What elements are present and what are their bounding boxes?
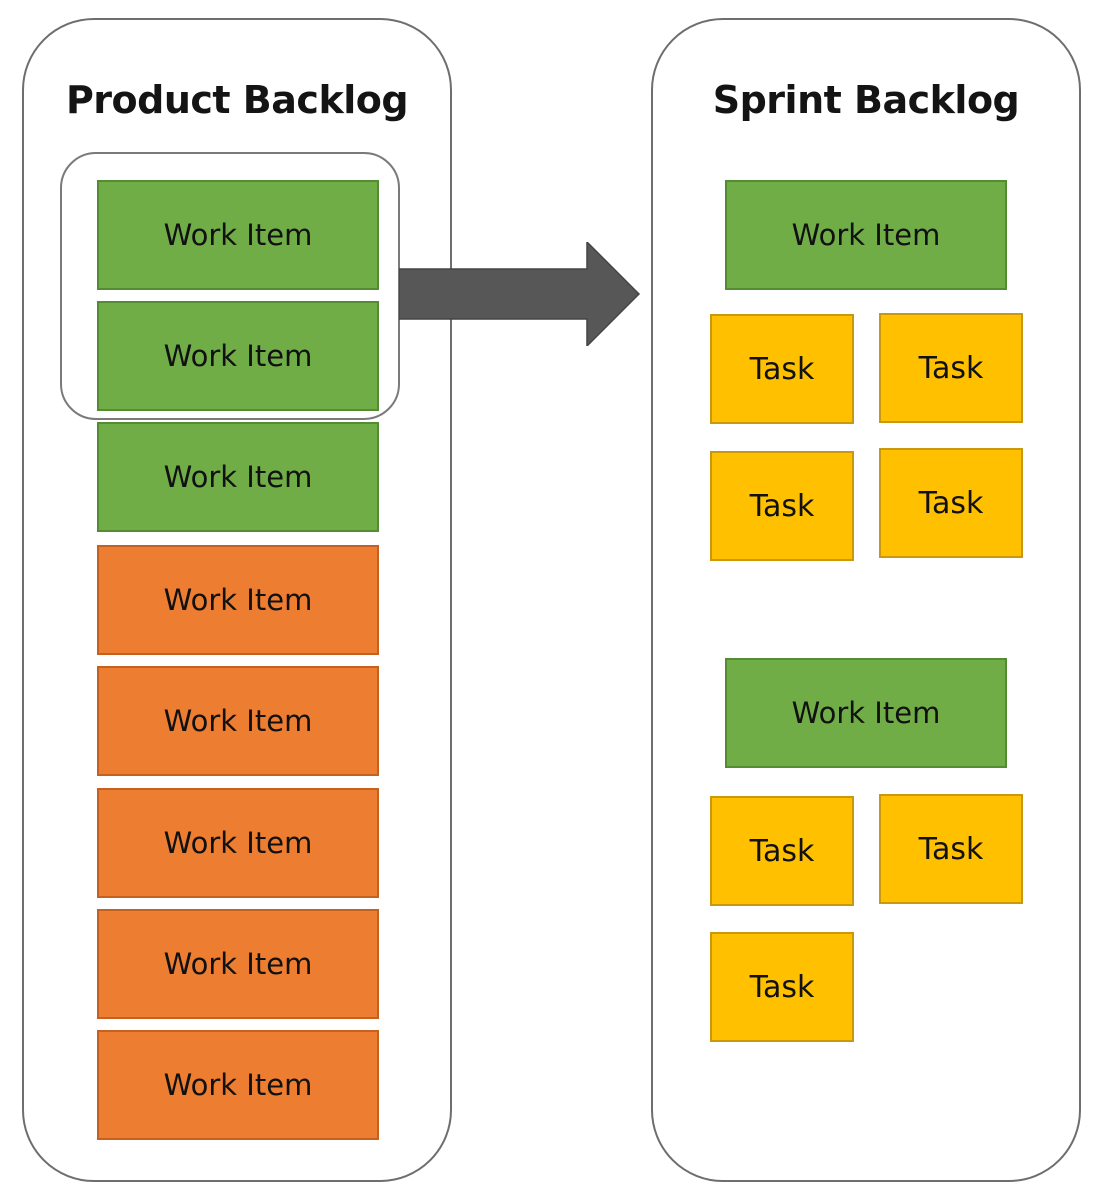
work-item-label: Work Item [791, 696, 941, 730]
task-label: Task [749, 351, 815, 387]
work-item-label: Work Item [163, 460, 313, 494]
task-card[interactable]: Task [879, 448, 1023, 558]
task-label: Task [749, 488, 815, 524]
work-item-label: Work Item [163, 339, 313, 373]
product-work-item[interactable]: Work Item [97, 1030, 379, 1140]
work-item-label: Work Item [163, 1068, 313, 1102]
product-backlog-title: Product Backlog [65, 78, 409, 122]
task-card[interactable]: Task [879, 313, 1023, 423]
task-label: Task [749, 969, 815, 1005]
product-work-item[interactable]: Work Item [97, 545, 379, 655]
product-work-item[interactable]: Work Item [97, 909, 379, 1019]
work-item-label: Work Item [791, 218, 941, 252]
work-item-label: Work Item [163, 704, 313, 738]
task-card[interactable]: Task [879, 794, 1023, 904]
sprint-backlog-title: Sprint Backlog [712, 78, 1020, 122]
task-label: Task [918, 350, 984, 386]
task-card[interactable]: Task [710, 932, 854, 1042]
work-item-label: Work Item [163, 218, 313, 252]
task-label: Task [918, 831, 984, 867]
task-label: Task [918, 485, 984, 521]
sprint-work-item[interactable]: Work Item [725, 658, 1007, 768]
task-card[interactable]: Task [710, 796, 854, 906]
right-arrow-icon [399, 242, 641, 346]
sprint-work-item[interactable]: Work Item [725, 180, 1007, 290]
product-work-item[interactable]: Work Item [97, 422, 379, 532]
task-card[interactable]: Task [710, 451, 854, 561]
product-work-item[interactable]: Work Item [97, 788, 379, 898]
product-work-item[interactable]: Work Item [97, 301, 379, 411]
product-work-item[interactable]: Work Item [97, 180, 379, 290]
work-item-label: Work Item [163, 826, 313, 860]
task-card[interactable]: Task [710, 314, 854, 424]
work-item-label: Work Item [163, 947, 313, 981]
product-work-item[interactable]: Work Item [97, 666, 379, 776]
task-label: Task [749, 833, 815, 869]
work-item-label: Work Item [163, 583, 313, 617]
